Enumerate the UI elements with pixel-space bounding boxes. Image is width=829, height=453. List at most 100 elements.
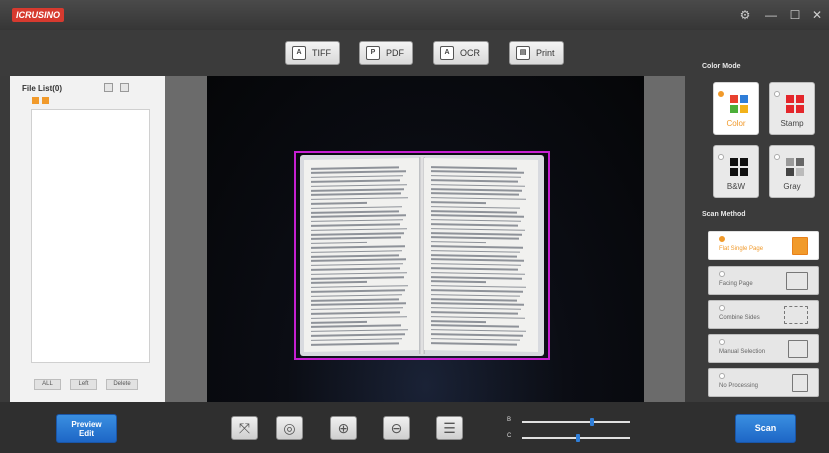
manual-select-icon — [788, 340, 808, 358]
contrast-slider-thumb[interactable] — [576, 434, 581, 442]
thumbnail-view-icon[interactable] — [32, 97, 39, 104]
color-mode-stamp[interactable]: Stamp — [769, 82, 815, 135]
page-text-line — [311, 324, 401, 328]
scan-button[interactable]: Scan — [735, 414, 796, 443]
scan-method-radio — [719, 305, 725, 311]
select-all-icon[interactable] — [104, 83, 113, 92]
ocr-button[interactable]: A OCR — [433, 41, 489, 65]
page-text-line — [431, 170, 524, 174]
page-text-line — [431, 192, 519, 196]
page-text-line — [311, 254, 399, 258]
page-text-line — [311, 188, 404, 192]
delete-button[interactable]: Delete — [106, 379, 138, 390]
color-mode-radio — [718, 154, 724, 160]
list-view-icon[interactable] — [42, 97, 49, 104]
pdf-button[interactable]: P PDF — [359, 41, 413, 65]
page-text-line — [431, 214, 524, 218]
scan-preview[interactable] — [207, 76, 644, 402]
page-text-line — [431, 262, 521, 266]
color-mode-label: Gray — [783, 182, 801, 191]
ocr-label: OCR — [460, 48, 480, 58]
file-list-panel: File List(0) ALL Left Delete — [10, 76, 165, 402]
file-list[interactable] — [31, 109, 150, 363]
contrast-label: C — [507, 433, 512, 439]
page-text-line — [311, 267, 400, 271]
tiff-button[interactable]: A TIFF — [285, 41, 340, 65]
page-text-line — [431, 179, 518, 183]
page-text-line — [431, 174, 521, 178]
preview-margin-left — [165, 76, 207, 402]
page-text-line — [431, 196, 526, 201]
scan-method-radio — [719, 271, 725, 277]
scan-method-flat[interactable]: Flat Single Page — [708, 231, 819, 260]
color-mode-color[interactable]: Color — [713, 82, 759, 135]
adjust-icon[interactable]: ☰ — [436, 416, 463, 440]
pdf-label: PDF — [386, 48, 404, 58]
no-processing-icon — [792, 374, 808, 392]
left-button[interactable]: Left — [70, 379, 97, 390]
page-text-line — [431, 302, 524, 306]
page-text-line — [311, 175, 403, 179]
page-text-line — [431, 324, 519, 328]
gray-grid-icon — [786, 158, 804, 176]
rotate-icon[interactable]: ◎ — [276, 416, 303, 440]
scan-method-facing[interactable]: Facing Page — [708, 266, 819, 295]
page-text-line — [431, 284, 526, 289]
app-subtitle — [62, 10, 117, 19]
all-button[interactable]: ALL — [34, 379, 61, 390]
color-mode-gray[interactable]: Gray — [769, 145, 815, 198]
brightness-slider-thumb[interactable] — [589, 418, 594, 426]
fit-screen-icon[interactable]: ⤧ — [231, 416, 258, 440]
app-logo: ICRUSINO — [12, 8, 65, 22]
page-text-line — [431, 218, 521, 222]
page-text-line — [311, 245, 405, 249]
page-text-line — [431, 245, 523, 249]
page-text-line — [311, 214, 406, 218]
page-text-line — [431, 333, 523, 337]
settings-panel: Color Mode Color Stamp B&W Gray Scan Met… — [685, 30, 829, 402]
page-text-line — [431, 205, 520, 209]
close-icon[interactable]: ✕ — [809, 7, 825, 23]
stamp-grid-icon — [786, 95, 804, 113]
open-book-icon — [786, 272, 808, 290]
export-icon[interactable] — [120, 83, 129, 92]
color-mode-radio — [774, 154, 780, 160]
crop-frame[interactable] — [294, 151, 550, 360]
page-text-line — [431, 232, 522, 236]
settings-icon[interactable]: ⚙ — [737, 7, 753, 23]
color-mode-label: Stamp — [780, 119, 804, 128]
page-text-line — [431, 337, 520, 341]
color-mode-bw[interactable]: B&W — [713, 145, 759, 198]
color-mode-radio — [718, 91, 724, 97]
page-text-line — [431, 183, 525, 187]
bw-grid-icon — [730, 158, 748, 176]
page-text-line — [431, 306, 521, 310]
single-page-icon — [792, 237, 808, 255]
page-text-line — [311, 179, 400, 183]
scan-method-none[interactable]: No Processing — [708, 368, 819, 397]
page-text-line — [311, 311, 400, 315]
preview-edit-button[interactable]: Preview Edit — [56, 414, 117, 443]
book-left-page — [304, 157, 420, 353]
zoom-in-icon[interactable]: ⊕ — [330, 416, 357, 440]
minimize-icon[interactable]: — — [763, 7, 779, 23]
scan-method-combine[interactable]: Combine Sides — [708, 300, 819, 329]
page-text-line — [431, 311, 518, 315]
contrast-slider[interactable] — [522, 434, 630, 442]
page-text-line — [311, 196, 408, 201]
print-button[interactable]: ▤ Print — [509, 41, 564, 65]
page-text-line — [311, 328, 408, 333]
page-text-line — [311, 202, 368, 205]
zoom-out-icon[interactable]: ⊖ — [383, 416, 410, 440]
app-window: ICRUSINO ⚙ — ☐ ✕ A TIFF P PDF A OCR ▤ Pr… — [0, 0, 829, 453]
color-mode-title: Color Mode — [702, 63, 741, 70]
preview-edit-label-2: Edit — [78, 429, 95, 438]
scan-method-manual[interactable]: Manual Selection — [708, 334, 819, 363]
pdf-icon: P — [366, 46, 380, 60]
scan-method-label: Combine Sides — [719, 315, 760, 321]
maximize-icon[interactable]: ☐ — [787, 7, 803, 23]
brightness-slider[interactable] — [522, 418, 630, 426]
title-bar: ICRUSINO ⚙ — ☐ ✕ — [0, 0, 829, 30]
page-text-line — [431, 342, 517, 346]
page-text-line — [311, 249, 402, 253]
